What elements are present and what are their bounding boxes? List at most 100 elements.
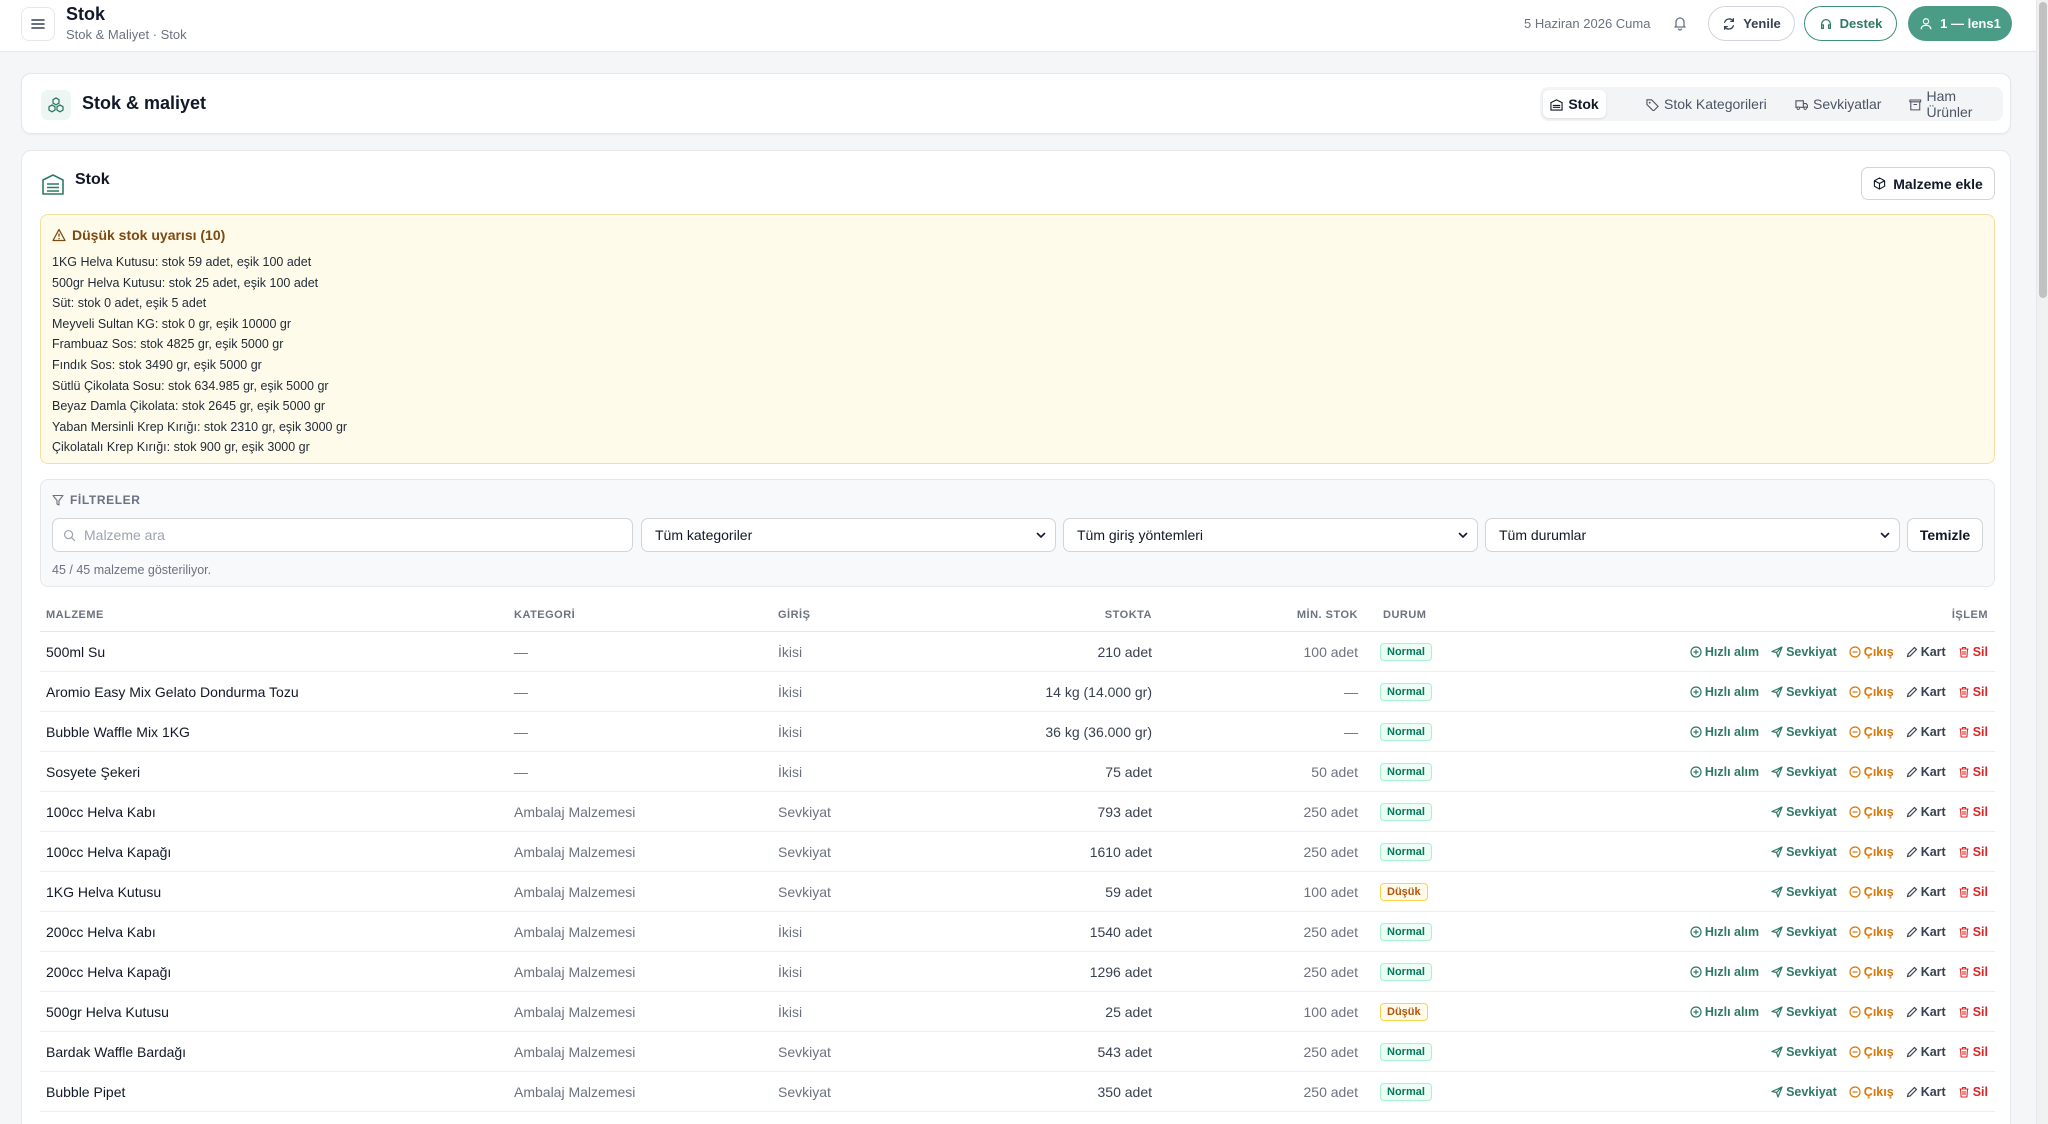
stock-out-button[interactable]: Çıkış <box>1849 765 1894 779</box>
delete-button[interactable]: Sil <box>1958 685 1988 699</box>
edit-card-button[interactable]: Kart <box>1906 1045 1946 1059</box>
shipment-button[interactable]: Sevkiyat <box>1771 845 1837 859</box>
edit-card-button[interactable]: Kart <box>1906 925 1946 939</box>
page-title: Stok <box>66 4 106 24</box>
alert-item: 1KG Helva Kutusu: stok 59 adet, eşik 100… <box>52 255 312 269</box>
shipment-button[interactable]: Sevkiyat <box>1771 885 1837 899</box>
entry-method-select[interactable]: Tüm giriş yöntemleri <box>1063 518 1478 552</box>
search-field[interactable] <box>52 518 633 552</box>
stock-out-button[interactable]: Çıkış <box>1849 645 1894 659</box>
tab-stock-categories[interactable]: Stok Kategorileri <box>1646 90 1767 118</box>
shipment-button[interactable]: Sevkiyat <box>1771 1005 1837 1019</box>
quick-buy-button[interactable]: Hızlı alım <box>1690 645 1759 659</box>
tab-shipments[interactable]: Sevkiyatlar <box>1795 90 1881 118</box>
send-icon <box>1771 766 1783 778</box>
quick-buy-button[interactable]: Hızlı alım <box>1690 725 1759 739</box>
stock-out-label: Çıkış <box>1863 885 1894 899</box>
shipment-button[interactable]: Sevkiyat <box>1771 645 1837 659</box>
category-select[interactable]: Tüm kategoriler <box>641 518 1056 552</box>
delete-button[interactable]: Sil <box>1958 1045 1988 1059</box>
user-button[interactable]: 1 — lens1 <box>1908 6 2012 41</box>
shipment-button[interactable]: Sevkiyat <box>1771 965 1837 979</box>
shipment-button[interactable]: Sevkiyat <box>1771 925 1837 939</box>
edit-card-label: Kart <box>1920 765 1946 779</box>
edit-card-button[interactable]: Kart <box>1906 1005 1946 1019</box>
edit-card-button[interactable]: Kart <box>1906 885 1946 899</box>
delete-button[interactable]: Sil <box>1958 925 1988 939</box>
add-material-button[interactable]: Malzeme ekle <box>1861 167 1995 200</box>
delete-button[interactable]: Sil <box>1958 645 1988 659</box>
tab-raw-products[interactable]: Ham Ürünler <box>1909 88 2003 120</box>
shipment-button[interactable]: Sevkiyat <box>1771 805 1837 819</box>
stock-out-button[interactable]: Çıkış <box>1849 845 1894 859</box>
status-select[interactable]: Tüm durumlar <box>1485 518 1900 552</box>
cell-min-stock: 250 adet <box>1303 804 1359 820</box>
edit-card-button[interactable]: Kart <box>1906 765 1946 779</box>
delete-button[interactable]: Sil <box>1958 1085 1988 1099</box>
cell-material: 100cc Helva Kapağı <box>46 844 172 860</box>
delete-button[interactable]: Sil <box>1958 845 1988 859</box>
column-header-entry[interactable]: GİRİŞ <box>778 609 810 621</box>
edit-card-button[interactable]: Kart <box>1906 725 1946 739</box>
delete-button[interactable]: Sil <box>1958 725 1988 739</box>
stock-out-button[interactable]: Çıkış <box>1849 1045 1894 1059</box>
edit-card-button[interactable]: Kart <box>1906 965 1946 979</box>
status-badge: Düşük <box>1380 1003 1428 1021</box>
quick-buy-button[interactable]: Hızlı alım <box>1690 685 1759 699</box>
stock-out-button[interactable]: Çıkış <box>1849 965 1894 979</box>
shipment-button[interactable]: Sevkiyat <box>1771 685 1837 699</box>
quick-buy-button[interactable]: Hızlı alım <box>1690 965 1759 979</box>
filters-label: FİLTRELER <box>52 493 141 507</box>
tab-stok[interactable]: Stok <box>1543 90 1606 118</box>
bell-icon[interactable] <box>1670 13 1690 33</box>
scrollbar-thumb[interactable] <box>2039 2 2047 298</box>
stock-out-button[interactable]: Çıkış <box>1849 685 1894 699</box>
stock-out-button[interactable]: Çıkış <box>1849 925 1894 939</box>
clear-filters-button[interactable]: Temizle <box>1907 518 1983 552</box>
column-header-min-stock[interactable]: MİN. STOK <box>1297 609 1358 621</box>
shipment-button[interactable]: Sevkiyat <box>1771 1045 1837 1059</box>
column-header-status[interactable]: DURUM <box>1383 609 1426 621</box>
shipment-button[interactable]: Sevkiyat <box>1771 765 1837 779</box>
cell-status: Normal <box>1380 1032 1432 1072</box>
column-header-name[interactable]: MALZEME <box>46 609 104 621</box>
cell-min-stock: — <box>1344 684 1358 700</box>
support-button[interactable]: Destek <box>1804 6 1897 41</box>
quick-buy-button[interactable]: Hızlı alım <box>1690 1005 1759 1019</box>
cell-entry: İkisi <box>778 684 803 700</box>
edit-card-button[interactable]: Kart <box>1906 1085 1946 1099</box>
stock-out-button[interactable]: Çıkış <box>1849 1005 1894 1019</box>
stock-out-button[interactable]: Çıkış <box>1849 725 1894 739</box>
page-scrollbar[interactable] <box>2036 0 2048 1124</box>
stock-out-label: Çıkış <box>1863 685 1894 699</box>
shipment-label: Sevkiyat <box>1786 845 1837 859</box>
cell-actions: Hızlı alım Sevkiyat Çıkış Kart Sil <box>1690 752 1988 792</box>
stock-out-button[interactable]: Çıkış <box>1849 885 1894 899</box>
quick-buy-button[interactable]: Hızlı alım <box>1690 925 1759 939</box>
edit-card-button[interactable]: Kart <box>1906 645 1946 659</box>
delete-button[interactable]: Sil <box>1958 965 1988 979</box>
edit-card-button[interactable]: Kart <box>1906 845 1946 859</box>
search-input[interactable] <box>84 527 604 543</box>
column-header-category[interactable]: KATEGORİ <box>514 609 575 621</box>
edit-card-button[interactable]: Kart <box>1906 685 1946 699</box>
pencil-icon <box>1906 966 1917 978</box>
shipment-button[interactable]: Sevkiyat <box>1771 725 1837 739</box>
edit-card-button[interactable]: Kart <box>1906 805 1946 819</box>
stock-out-button[interactable]: Çıkış <box>1849 805 1894 819</box>
delete-button[interactable]: Sil <box>1958 1005 1988 1019</box>
delete-button[interactable]: Sil <box>1958 765 1988 779</box>
cell-actions: Hızlı alım Sevkiyat Çıkış Kart Sil <box>1690 992 1988 1032</box>
quick-buy-button[interactable]: Hızlı alım <box>1690 765 1759 779</box>
shipment-button[interactable]: Sevkiyat <box>1771 1085 1837 1099</box>
send-icon <box>1771 966 1783 978</box>
plus-circle-icon <box>1690 926 1702 938</box>
refresh-button[interactable]: Yenile <box>1708 6 1795 41</box>
cell-material: Bardak Waffle Bardağı <box>46 1044 187 1060</box>
column-header-stock[interactable]: STOKTA <box>1105 609 1152 621</box>
delete-button[interactable]: Sil <box>1958 885 1988 899</box>
menu-button[interactable] <box>21 7 55 41</box>
stock-out-button[interactable]: Çıkış <box>1849 1085 1894 1099</box>
delete-button[interactable]: Sil <box>1958 805 1988 819</box>
send-icon <box>1771 846 1783 858</box>
